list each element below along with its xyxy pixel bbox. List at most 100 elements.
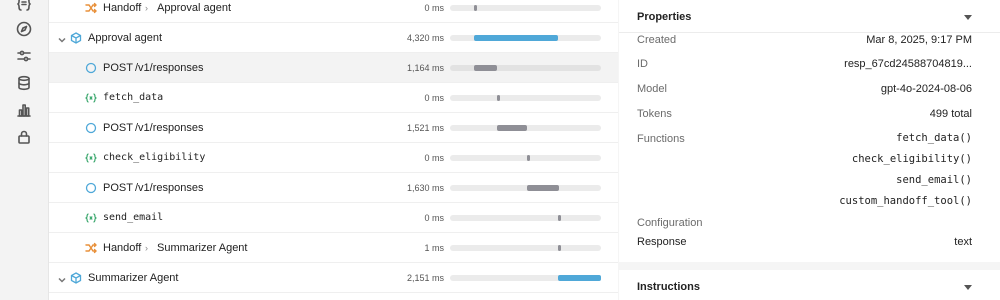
row-label: Handoff xyxy=(103,2,142,14)
database-icon[interactable] xyxy=(14,73,34,93)
row-label: Approval agent xyxy=(88,32,162,44)
created-label: Created xyxy=(637,34,677,46)
function-icon xyxy=(84,91,98,105)
response-icon xyxy=(84,181,98,195)
timeline-track xyxy=(450,215,601,221)
response-value: text xyxy=(954,236,972,248)
row-duration: 1,521 ms xyxy=(406,123,444,133)
timeline-bar xyxy=(527,155,530,161)
row-label: send_email xyxy=(103,212,164,223)
row-duration: 0 ms xyxy=(424,93,444,103)
timeline-track xyxy=(450,125,601,131)
row-duration: 1,630 ms xyxy=(406,183,444,193)
model-value: gpt-4o-2024-08-06 xyxy=(880,83,972,95)
trace-row-handoff[interactable]: Handoff › Summarizer Agent 1 ms xyxy=(49,233,618,263)
properties-title: Properties xyxy=(637,11,692,23)
properties-panel: Properties Created Mar 8, 2025, 9:17 PM … xyxy=(619,0,1000,300)
timeline-track xyxy=(450,35,601,41)
trace-row-post-responses[interactable]: POST /v1/responses 1,521 ms xyxy=(49,113,618,143)
trace-panel: Handoff › Approval agent 0 ms Approval a… xyxy=(49,0,618,300)
timeline-bar xyxy=(497,95,500,101)
id-label: ID xyxy=(637,58,648,70)
trace-row-summarizer-agent[interactable]: Summarizer Agent 2,151 ms xyxy=(49,263,618,293)
chevron-down-icon[interactable] xyxy=(57,32,67,43)
response-icon xyxy=(84,61,98,75)
trace-row-handoff[interactable]: Handoff › Approval agent 0 ms xyxy=(49,0,618,23)
row-label: fetch_data xyxy=(103,92,164,103)
trace-row-send-email[interactable]: send_email 0 ms xyxy=(49,203,618,233)
configuration-label: Configuration xyxy=(637,217,703,229)
timeline-track xyxy=(450,245,601,251)
timeline-bar xyxy=(474,5,477,11)
properties-card: Properties Created Mar 8, 2025, 9:17 PM … xyxy=(619,0,1000,262)
timeline-track xyxy=(450,65,601,71)
row-duration: 1 ms xyxy=(424,243,444,253)
tokens-label: Tokens xyxy=(637,108,672,120)
left-rail xyxy=(0,0,49,300)
timeline-track xyxy=(450,275,601,281)
row-label: check_eligibility xyxy=(103,152,206,163)
function-icon xyxy=(84,211,98,225)
function-item: fetch_data() xyxy=(896,132,972,144)
row-duration: 4,320 ms xyxy=(406,33,444,43)
timeline-bar xyxy=(558,275,601,281)
row-path: /v1/responses xyxy=(135,182,204,194)
response-icon xyxy=(84,121,98,135)
chevron-down-icon[interactable] xyxy=(57,272,67,283)
lock-icon[interactable] xyxy=(14,127,34,147)
row-duration: 0 ms xyxy=(424,153,444,163)
timeline-track xyxy=(450,5,601,11)
timeline-bar xyxy=(474,65,497,71)
compass-icon[interactable] xyxy=(14,19,34,39)
row-path: /v1/responses xyxy=(135,122,204,134)
timeline-track xyxy=(450,155,601,161)
functions-label: Functions xyxy=(637,133,685,145)
timeline-bar xyxy=(497,125,527,131)
trace-row-post-responses[interactable]: POST /v1/responses 1,164 ms xyxy=(49,53,618,83)
chevron-right-icon: › xyxy=(145,243,148,253)
instructions-card: Instructions xyxy=(619,270,1000,300)
timeline-bar xyxy=(558,245,561,251)
handoff-target: Summarizer Agent xyxy=(157,242,248,254)
handoff-icon xyxy=(84,241,98,255)
row-label: Handoff xyxy=(103,242,142,254)
braces-icon[interactable] xyxy=(14,0,34,14)
chevron-right-icon: › xyxy=(145,3,148,13)
collapse-caret-icon[interactable] xyxy=(964,285,972,290)
timeline-bar xyxy=(474,35,558,41)
agent-icon xyxy=(69,271,83,285)
trace-row-approval-agent[interactable]: Approval agent 4,320 ms xyxy=(49,23,618,53)
response-label: Response xyxy=(637,236,687,248)
row-method: POST xyxy=(103,122,133,134)
row-duration: 0 ms xyxy=(424,213,444,223)
function-icon xyxy=(84,151,98,165)
row-duration: 1,164 ms xyxy=(406,63,444,73)
timeline-track xyxy=(450,185,601,191)
handoff-icon xyxy=(84,1,98,15)
row-method: POST xyxy=(103,62,133,74)
bar-chart-icon[interactable] xyxy=(14,100,34,120)
function-item: custom_handoff_tool() xyxy=(839,195,972,207)
trace-row-fetch-data[interactable]: fetch_data 0 ms xyxy=(49,83,618,113)
sliders-icon[interactable] xyxy=(14,46,34,66)
agent-icon xyxy=(69,31,83,45)
created-value: Mar 8, 2025, 9:17 PM xyxy=(866,34,972,46)
row-duration: 2,151 ms xyxy=(406,273,444,283)
divider xyxy=(619,32,1000,33)
timeline-track xyxy=(450,95,601,101)
model-label: Model xyxy=(637,83,667,95)
row-method: POST xyxy=(103,182,133,194)
timeline-bar xyxy=(558,215,561,221)
collapse-caret-icon[interactable] xyxy=(964,15,972,20)
function-item: send_email() xyxy=(896,174,972,186)
row-duration: 0 ms xyxy=(424,3,444,13)
tokens-value: 499 total xyxy=(929,108,972,120)
row-label: Summarizer Agent xyxy=(88,272,179,284)
row-path: /v1/responses xyxy=(135,62,204,74)
id-value[interactable]: resp_67cd24588704819... xyxy=(844,58,972,70)
instructions-title: Instructions xyxy=(637,281,700,293)
trace-row-check-eligibility[interactable]: check_eligibility 0 ms xyxy=(49,143,618,173)
trace-row-post-responses[interactable]: POST /v1/responses 1,630 ms xyxy=(49,173,618,203)
handoff-target: Approval agent xyxy=(157,2,231,14)
timeline-bar xyxy=(527,185,559,191)
